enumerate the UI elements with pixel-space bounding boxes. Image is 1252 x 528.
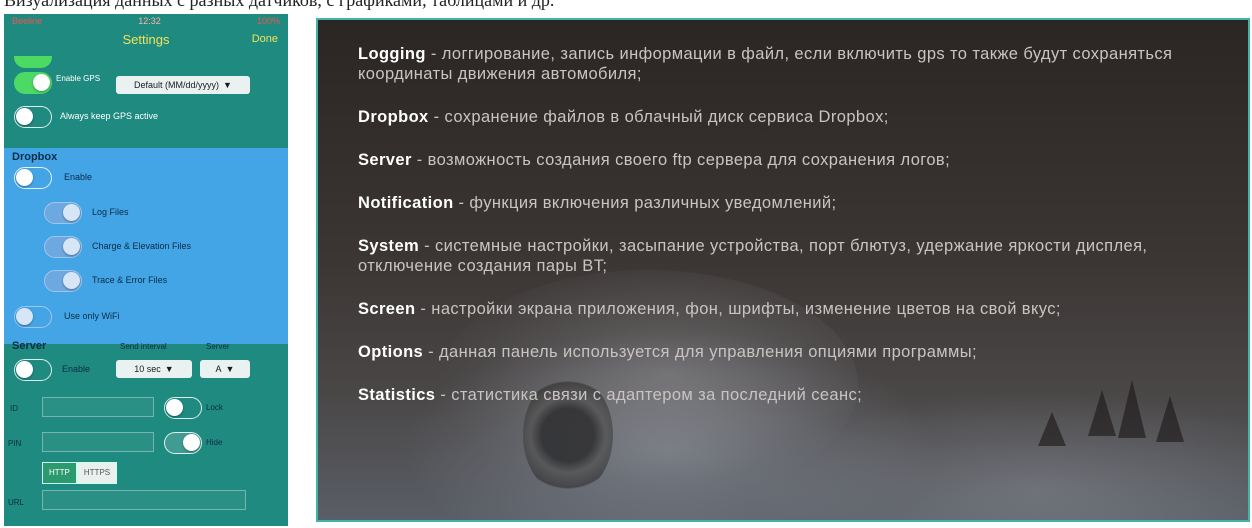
protocol-segmented-control: HTTP HTTPS	[42, 462, 118, 484]
server-select-label: Server	[206, 342, 230, 351]
description-item: Options - данная панель используется для…	[358, 342, 1198, 362]
battery-label: 100%	[256, 16, 280, 26]
https-segment[interactable]: HTTPS	[76, 462, 118, 484]
clock-label: 12:32	[138, 16, 161, 26]
url-input[interactable]	[42, 490, 246, 510]
item-text: - данная панель используется для управле…	[423, 343, 978, 361]
server-enable-label: Enable	[62, 364, 91, 374]
trace-files-toggle[interactable]	[44, 270, 82, 292]
description-item: System - системные настройки, засыпание …	[358, 236, 1198, 276]
http-segment[interactable]: HTTP	[42, 462, 77, 484]
item-name: Screen	[358, 300, 416, 318]
item-name: Options	[358, 343, 424, 361]
trace-files-label: Trace & Error Files	[92, 275, 168, 285]
date-format-select[interactable]: Default (MM/dd/yyyy) ▼	[116, 76, 250, 94]
description-item: Notification - функция включения различн…	[358, 193, 1198, 213]
chevron-down-icon: ▼	[225, 364, 235, 374]
phone-settings-screen: Beeline 12:32 100% Settings Done Enable …	[4, 14, 288, 526]
dropbox-enable-label: Enable	[64, 172, 93, 182]
url-label: URL	[8, 498, 25, 507]
toggle-knob	[33, 74, 50, 91]
nav-bar: Settings Done	[4, 28, 288, 54]
description-item: Dropbox - сохранение файлов в облачный д…	[358, 107, 1198, 127]
toggle-knob	[16, 108, 33, 125]
toggle-knob	[16, 169, 33, 186]
item-name: Notification	[358, 194, 454, 212]
done-button[interactable]: Done	[252, 33, 278, 45]
description-item: Statistics - статистика связи с адаптеро…	[358, 385, 1198, 405]
description-item: Screen - настройки экрана приложения, фо…	[358, 299, 1198, 319]
item-text: - возможность создания своего ftp сервер…	[411, 151, 951, 169]
server-enable-toggle[interactable]	[14, 359, 52, 381]
item-name: Logging	[358, 45, 426, 63]
always-gps-toggle[interactable]	[14, 106, 52, 128]
send-interval-select[interactable]: 10 sec ▼	[116, 360, 192, 378]
status-bar: Beeline 12:32 100%	[4, 14, 288, 28]
dropbox-header: Dropbox	[12, 151, 58, 163]
carrier-label: Beeline	[12, 16, 43, 26]
item-text: - настройки экрана приложения, фон, шриф…	[415, 300, 1061, 318]
lock-toggle[interactable]	[164, 397, 202, 419]
info-panel: Logging - логгирование, запись информаци…	[316, 18, 1250, 522]
wifi-only-toggle[interactable]	[14, 306, 52, 328]
description-item: Logging - логгирование, запись информаци…	[358, 44, 1198, 84]
toggle-knob	[16, 308, 33, 325]
item-text: - функция включения различных уведомлени…	[453, 194, 837, 212]
top-caption-cropped: Визуализация данных с разных датчиков, с…	[0, 0, 1252, 14]
item-text: - системные настройки, засыпание устройс…	[358, 237, 1148, 275]
toggle-knob	[63, 204, 80, 221]
pin-input[interactable]	[42, 432, 154, 452]
chevron-down-icon: ▼	[223, 80, 232, 90]
enable-gps-label: Enable GPS	[56, 74, 101, 83]
toggle-knob	[166, 399, 183, 416]
settings-description-list: Logging - логгирование, запись информаци…	[358, 44, 1198, 428]
send-interval-value: 10 sec	[134, 364, 161, 374]
toggle-knob	[63, 238, 80, 255]
log-files-label: Log Files	[92, 207, 129, 217]
item-name: System	[358, 237, 420, 255]
toggle-knob	[16, 361, 33, 378]
toggle-knob	[63, 272, 80, 289]
hide-toggle[interactable]	[164, 432, 202, 454]
item-name: Dropbox	[358, 108, 429, 126]
date-format-value: Default (MM/dd/yyyy)	[134, 80, 220, 90]
log-files-toggle[interactable]	[44, 202, 82, 224]
item-text: - логгирование, запись информации в файл…	[358, 45, 1173, 83]
page-title: Settings	[122, 32, 170, 47]
cropped-toggle[interactable]	[14, 56, 52, 68]
dropbox-section: Dropbox Enable Log Files Charge & Elevat…	[4, 148, 288, 344]
wifi-only-label: Use only WiFi	[64, 311, 120, 321]
charge-files-toggle[interactable]	[44, 236, 82, 258]
server-value: A	[215, 364, 222, 374]
item-name: Server	[358, 151, 412, 169]
server-header: Server	[12, 340, 47, 352]
id-label: ID	[10, 404, 18, 413]
lock-label: Lock	[206, 403, 223, 412]
item-name: Statistics	[358, 386, 436, 404]
chevron-down-icon: ▼	[164, 364, 174, 374]
hide-label: Hide	[206, 438, 223, 447]
id-input[interactable]	[42, 397, 154, 417]
dropbox-enable-toggle[interactable]	[14, 167, 52, 189]
send-interval-label: Send interval	[120, 342, 167, 351]
item-text: - статистика связи с адаптером за послед…	[435, 386, 863, 404]
item-text: - сохранение файлов в облачный диск серв…	[428, 108, 889, 126]
server-select[interactable]: A ▼	[200, 360, 250, 378]
top-caption-text: Визуализация данных с разных датчиков, с…	[4, 0, 555, 10]
enable-gps-toggle[interactable]	[14, 72, 52, 94]
always-gps-label: Always keep GPS active	[60, 111, 159, 121]
description-item: Server - возможность создания своего ftp…	[358, 150, 1198, 170]
charge-files-label: Charge & Elevation Files	[92, 241, 192, 251]
pin-label: PIN	[8, 439, 22, 448]
toggle-knob	[183, 434, 200, 451]
